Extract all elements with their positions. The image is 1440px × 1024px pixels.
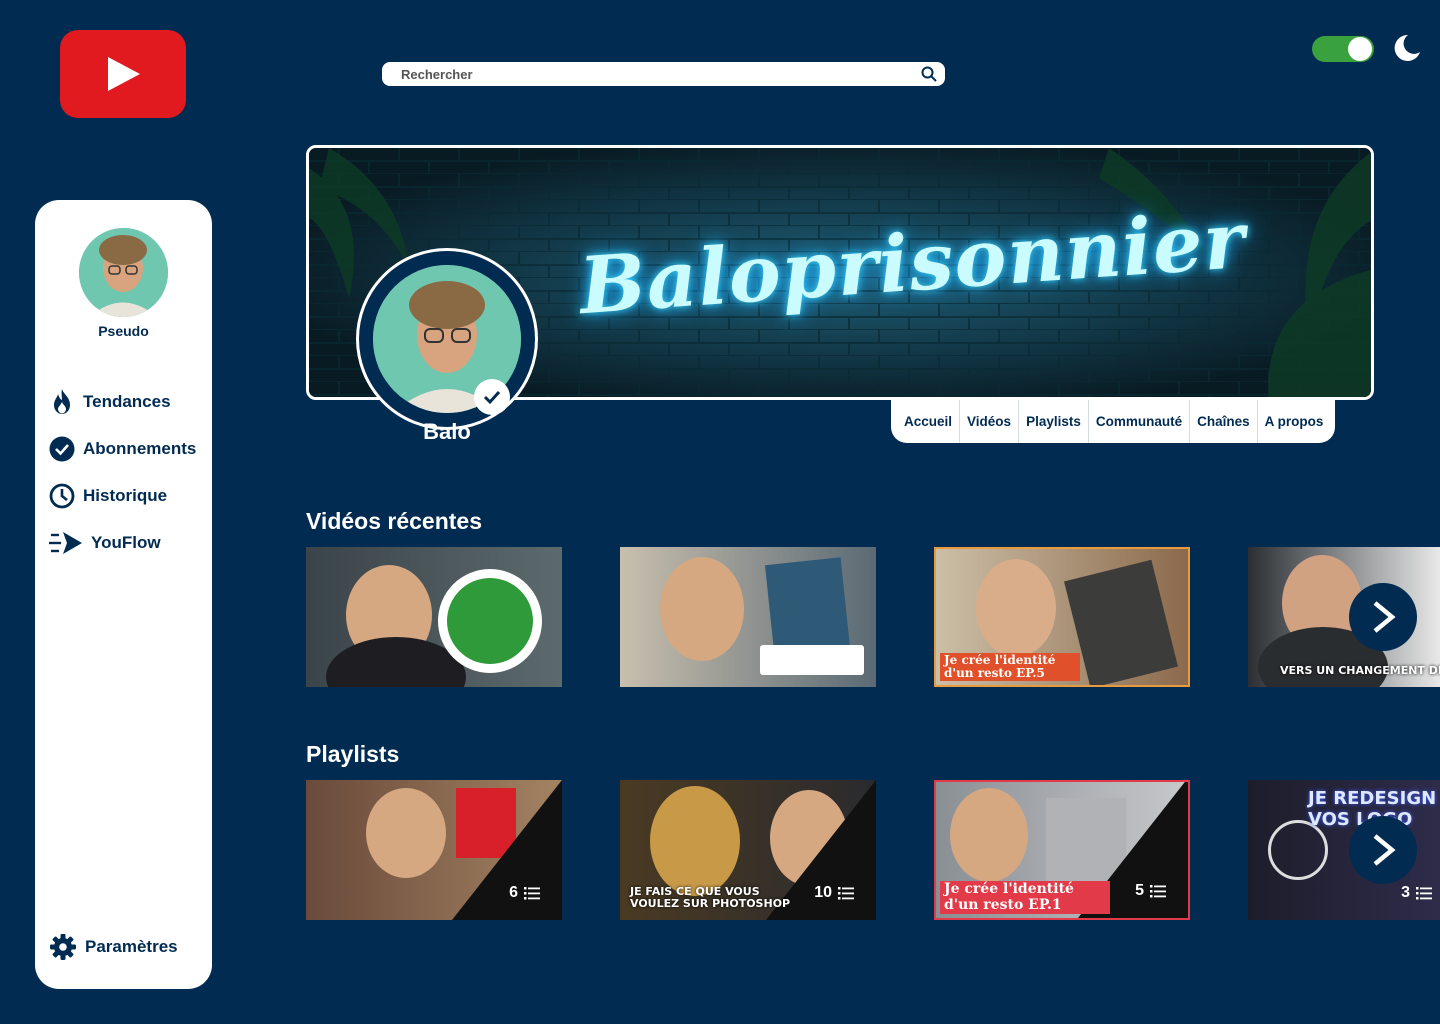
search-icon[interactable]: [921, 66, 937, 82]
playlist-count: 3: [1401, 884, 1432, 902]
menu-board: [1064, 559, 1178, 685]
tab-chaines[interactable]: Chaînes: [1190, 400, 1258, 443]
play-icon: [108, 57, 140, 91]
video-thumbnail[interactable]: [620, 547, 876, 687]
check-icon: [483, 390, 501, 405]
video-thumbnail[interactable]: Je crée l'identité d'un resto EP.5: [934, 547, 1190, 687]
check-circle-icon: [49, 436, 75, 462]
sidebar-item-label: Abonnements: [83, 439, 197, 458]
playlist-thumbnail[interactable]: 6: [306, 780, 562, 920]
sidebar-item-label: Paramètres: [85, 937, 178, 956]
tab-playlists[interactable]: Playlists: [1019, 400, 1089, 443]
video-thumbnail[interactable]: [306, 547, 562, 687]
sidebar-item-historique[interactable]: Historique: [49, 483, 167, 509]
clock-icon: [49, 483, 75, 509]
username-label: Pseudo: [98, 323, 149, 339]
playlist-count: 5: [1135, 882, 1166, 900]
health-logo: [438, 569, 542, 673]
sidebar-item-label: YouFlow: [91, 533, 161, 552]
sidebar-item-label: Tendances: [83, 392, 171, 411]
sidebar-item-abonnements[interactable]: Abonnements: [49, 436, 196, 462]
video-caption: Je crée l'identité d'un resto EP.5: [940, 652, 1080, 681]
playlist-count-value: 5: [1135, 882, 1144, 899]
person-image: [950, 788, 1028, 882]
tab-videos[interactable]: Vidéos: [960, 400, 1020, 443]
painting-image: [650, 786, 740, 896]
search-bar[interactable]: Rechercher: [382, 62, 945, 86]
caption-card: [760, 645, 864, 675]
playlist-count: 6: [509, 884, 540, 902]
next-playlists-button[interactable]: [1349, 816, 1417, 884]
youtube-logo[interactable]: [60, 30, 186, 118]
sidebar-item-youflow[interactable]: YouFlow: [49, 530, 161, 556]
sidebar-item-parametres[interactable]: Paramètres: [49, 933, 178, 961]
playlist-count-value: 10: [814, 884, 832, 901]
playlist-count: 10: [814, 884, 854, 902]
tab-communaute[interactable]: Communauté: [1089, 400, 1191, 443]
recent-videos-title: Vidéos récentes: [306, 508, 483, 534]
tab-a-propos[interactable]: A propos: [1258, 400, 1331, 443]
person-image: [366, 788, 446, 878]
avatar[interactable]: [79, 228, 168, 317]
person-image: [976, 559, 1056, 657]
playlist-count-value: 3: [1401, 884, 1410, 901]
video-caption: VERS UN CHANGEMENT DE L: [1280, 664, 1440, 677]
playlist-icon: [1416, 887, 1432, 900]
search-input[interactable]: Rechercher: [401, 67, 921, 82]
sidebar: Pseudo Tendances Abonnements Historique …: [35, 200, 212, 989]
playlist-thumbnail[interactable]: Je crée l'identité d'un resto EP.1 5: [934, 780, 1190, 920]
channel-tabs: Accueil Vidéos Playlists Communauté Chaî…: [891, 400, 1335, 443]
sidebar-item-tendances[interactable]: Tendances: [49, 388, 171, 416]
playlist-count-value: 6: [509, 884, 518, 901]
playlist-icon: [838, 887, 854, 900]
playlist-thumbnail[interactable]: JE FAIS CE QUE VOUS VOULEZ SUR PHOTOSHOP…: [620, 780, 876, 920]
channel-name: Balo: [423, 419, 471, 444]
moon-icon[interactable]: [1392, 33, 1422, 63]
playlist-caption: JE FAIS CE QUE VOUS VOULEZ SUR PHOTOSHOP: [630, 884, 791, 910]
theme-toggle[interactable]: [1312, 36, 1374, 62]
flow-arrow-icon: [49, 532, 82, 554]
verified-badge: [474, 379, 510, 415]
chevron-right-icon: [1373, 834, 1396, 866]
toggle-knob: [1348, 37, 1372, 61]
corner-overlay: [452, 780, 562, 920]
playlist-icon: [524, 887, 540, 900]
channel-avatar[interactable]: [356, 248, 538, 430]
chevron-right-icon: [1373, 601, 1396, 633]
fire-icon: [54, 389, 70, 414]
playlist-caption: Je crée l'identité d'un resto EP.1: [940, 881, 1110, 914]
sidebar-item-label: Historique: [83, 486, 168, 505]
playlist-icon: [1150, 885, 1166, 898]
gear-icon: [50, 934, 76, 960]
playlists-title: Playlists: [306, 741, 400, 767]
next-videos-button[interactable]: [1349, 583, 1417, 651]
person-image: [660, 557, 744, 661]
tab-accueil[interactable]: Accueil: [897, 400, 961, 443]
